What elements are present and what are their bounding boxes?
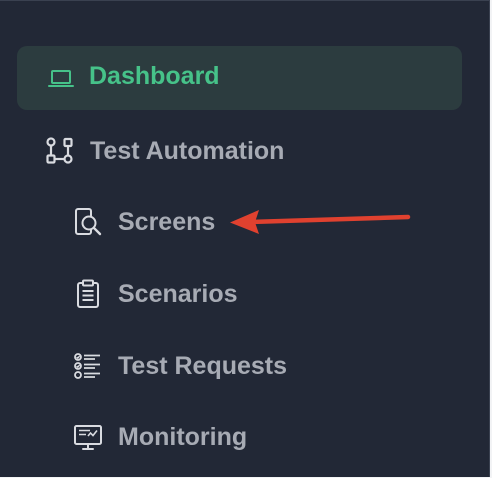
- sidebar-item-label: Scenarios: [118, 279, 238, 308]
- workflow-icon: [44, 135, 76, 167]
- screen-search-icon: [72, 206, 104, 238]
- sidebar-item-dashboard[interactable]: Dashboard: [17, 46, 462, 110]
- sidebar-item-test-automation[interactable]: Test Automation: [44, 131, 284, 171]
- laptop-icon: [46, 64, 76, 92]
- checklist-icon: [72, 350, 104, 382]
- sidebar-item-test-requests[interactable]: Test Requests: [72, 346, 287, 386]
- sidebar-panel: Dashboard Test Automation Screens Scenar…: [0, 0, 490, 477]
- clipboard-icon: [72, 278, 104, 310]
- monitor-icon: [72, 421, 104, 453]
- sidebar-item-screens[interactable]: Screens: [72, 202, 215, 242]
- sidebar-item-label: Test Requests: [118, 351, 288, 380]
- annotation-arrow-icon: [230, 210, 411, 234]
- sidebar-item-monitoring[interactable]: Monitoring: [72, 417, 247, 457]
- sidebar-item-label: Monitoring: [118, 422, 248, 451]
- sidebar-item-label: Test Automation: [90, 136, 285, 165]
- sidebar-item-label: Dashboard: [89, 62, 220, 90]
- sidebar-item-scenarios[interactable]: Scenarios: [72, 274, 238, 314]
- sidebar-item-label: Screens: [118, 207, 216, 236]
